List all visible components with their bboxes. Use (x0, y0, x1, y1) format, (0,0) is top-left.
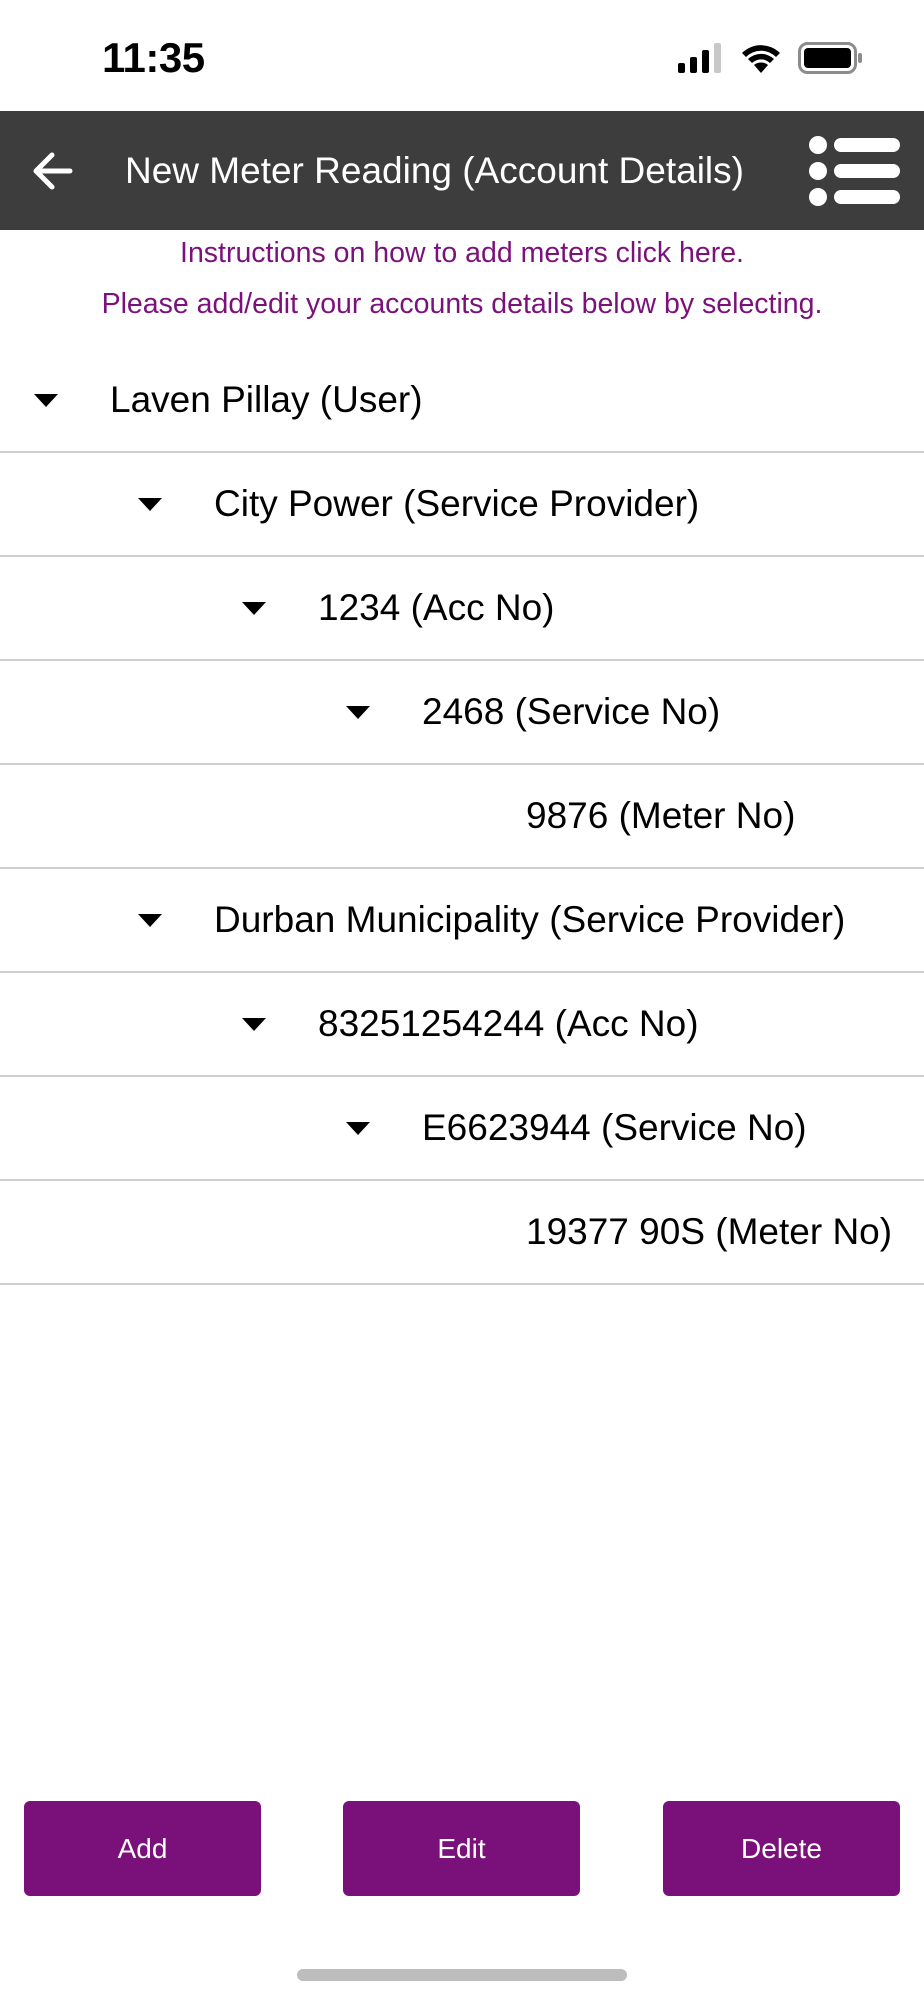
app-header: New Meter Reading (Account Details) (0, 111, 924, 230)
tree-node-label: City Power (Service Provider) (214, 483, 700, 524)
wifi-icon (742, 45, 780, 73)
tree-node-label: Durban Municipality (Service Provider) (214, 899, 846, 940)
delete-button[interactable]: Delete (663, 1801, 900, 1896)
status-time: 11:35 (102, 34, 205, 81)
tree-node-service-provider[interactable]: Durban Municipality (Service Provider) (0, 869, 924, 973)
instructions: Instructions on how to add meters click … (0, 228, 924, 330)
caret-down-icon[interactable] (34, 394, 58, 407)
cellular-signal-icon (678, 43, 721, 73)
caret-down-icon[interactable] (138, 914, 162, 927)
tree-node-meter[interactable]: 9876 (Meter No) (0, 765, 924, 869)
instructions-text: Please add/edit your accounts details be… (101, 288, 823, 320)
menu-list-icon[interactable] (808, 133, 900, 209)
tree-node-label: 9876 (Meter No) (526, 795, 796, 836)
add-button[interactable]: Add (24, 1801, 261, 1896)
tree-node-account[interactable]: 1234 (Acc No) (0, 557, 924, 661)
tree-node-meter[interactable]: 19377 90S (Meter No) (0, 1181, 924, 1285)
tree-node-label: 83251254244 (Acc No) (318, 1003, 699, 1044)
tree-node-account[interactable]: 83251254244 (Acc No) (0, 973, 924, 1077)
page-title: New Meter Reading (Account Details) (125, 150, 744, 191)
caret-down-icon[interactable] (346, 706, 370, 719)
tree-node-service[interactable]: E6623944 (Service No) (0, 1077, 924, 1181)
status-icons (676, 42, 864, 74)
tree-node-label: E6623944 (Service No) (422, 1107, 807, 1148)
tree-node-label: 1234 (Acc No) (318, 587, 555, 628)
status-bar: 11:35 (0, 0, 924, 111)
tree-node-service-provider[interactable]: City Power (Service Provider) (0, 453, 924, 557)
home-indicator (297, 1969, 627, 1981)
instructions-link[interactable]: Instructions on how to add meters click … (0, 228, 924, 279)
caret-down-icon[interactable] (138, 498, 162, 511)
account-tree: Laven Pillay (User) City Power (Service … (0, 349, 924, 1285)
caret-down-icon[interactable] (242, 1018, 266, 1031)
tree-node-label: 19377 90S (Meter No) (526, 1211, 893, 1252)
back-arrow-icon[interactable] (30, 141, 74, 201)
tree-node-user[interactable]: Laven Pillay (User) (0, 349, 924, 453)
tree-node-service[interactable]: 2468 (Service No) (0, 661, 924, 765)
tree-node-label: Laven Pillay (User) (110, 379, 423, 420)
caret-down-icon[interactable] (346, 1122, 370, 1135)
battery-icon (798, 42, 862, 74)
edit-button[interactable]: Edit (343, 1801, 580, 1896)
caret-down-icon[interactable] (242, 602, 266, 615)
tree-node-label: 2468 (Service No) (422, 691, 721, 732)
